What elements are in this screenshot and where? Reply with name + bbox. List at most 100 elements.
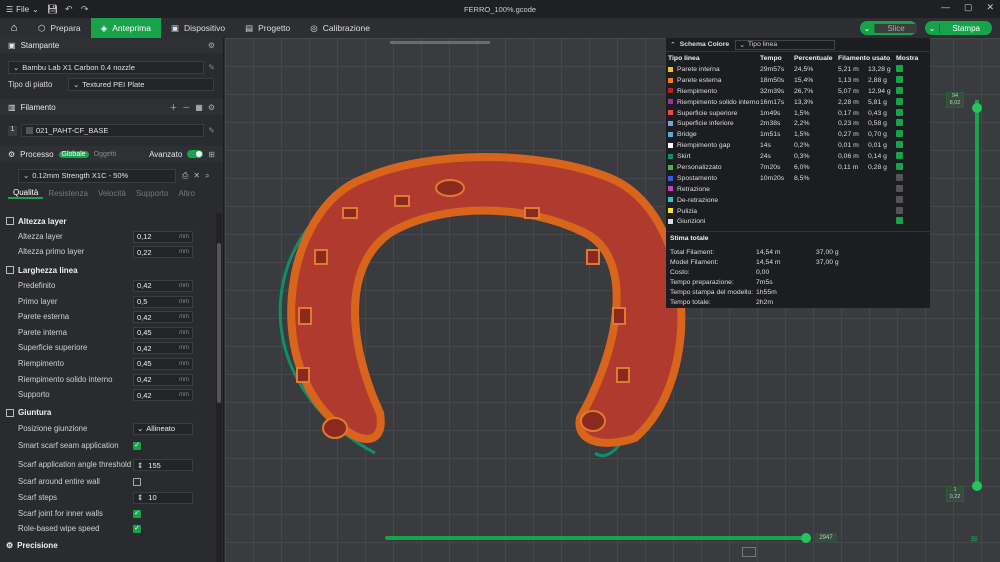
line-width-inner-wall-input[interactable]: 0,45 mm <box>133 326 193 339</box>
close-icon[interactable]: ✕ <box>193 171 200 180</box>
show-checkbox[interactable] <box>896 97 903 105</box>
advanced-label: Avanzato <box>149 149 183 159</box>
scrollbar-thumb[interactable] <box>217 243 221 403</box>
line-width-first-layer-input[interactable]: 0,5 mm <box>133 295 193 308</box>
seam-position-select[interactable]: ⌄ Allineato <box>133 422 193 435</box>
show-checkbox[interactable] <box>896 86 903 94</box>
chevron-down-icon[interactable]: ⌄ <box>925 23 941 33</box>
scarf-around-checkbox[interactable] <box>133 478 141 487</box>
show-checkbox[interactable] <box>896 173 903 181</box>
maximize-icon[interactable]: ▢ <box>964 2 973 13</box>
layer-height-input[interactable]: 0,12 mm <box>133 230 193 243</box>
home-icon[interactable]: ⌂ <box>0 22 28 34</box>
edit-icon[interactable]: ✎ <box>208 126 215 135</box>
search-icon[interactable]: ⌕ <box>205 171 209 181</box>
show-checkbox[interactable] <box>896 152 903 160</box>
show-checkbox[interactable] <box>896 195 903 203</box>
group-line-width: Larghezza linea <box>0 262 215 278</box>
edit-icon[interactable]: ✎ <box>208 63 215 72</box>
setting-value: 0,42 <box>137 312 152 322</box>
advanced-toggle[interactable] <box>187 150 204 158</box>
view-cube-icon[interactable] <box>742 547 756 557</box>
settings-icon[interactable]: ⚙ <box>208 41 215 50</box>
role-wipe-checkbox[interactable]: ✓ <box>133 525 141 534</box>
show-checkbox[interactable] <box>896 217 903 225</box>
filament-select[interactable]: 021_PAHT-CF_BASE <box>20 124 205 137</box>
tab-support[interactable]: Supporto <box>131 189 173 198</box>
tab-device[interactable]: ▣ Dispositivo <box>161 18 235 38</box>
line-width-icon <box>6 266 14 275</box>
show-cell <box>896 108 928 119</box>
window-title: FERRO_100%.gcode <box>463 4 537 14</box>
tab-quality[interactable]: Qualità <box>8 188 44 199</box>
line-width-support-input[interactable]: 0,42 mm <box>133 389 193 402</box>
file-menu[interactable]: ☰ File ⌄ <box>0 5 45 14</box>
layers-view-icon[interactable]: ≋ <box>970 534 978 545</box>
chevron-down-icon[interactable]: ⌄ <box>860 23 876 33</box>
setting-label: Predefinito <box>18 280 56 290</box>
show-checkbox[interactable] <box>896 75 903 83</box>
tab-project[interactable]: ▤ Progetto <box>235 18 300 38</box>
process-objects-toggle[interactable]: Oggetti <box>94 151 117 158</box>
show-checkbox[interactable] <box>896 130 903 138</box>
print-button[interactable]: ⌄ Stampa <box>924 21 992 35</box>
tab-speed[interactable]: Velocità <box>93 189 131 198</box>
stepper-icon[interactable]: ⇕ <box>137 461 143 470</box>
layer-slider[interactable] <box>975 100 979 490</box>
filament-color-swatch <box>25 127 33 134</box>
save-icon[interactable]: ⎙ <box>182 171 188 181</box>
slice-button[interactable]: ⌄ Slice <box>859 21 917 35</box>
tab-other[interactable]: Altro <box>173 189 199 198</box>
show-checkbox[interactable] <box>896 162 903 170</box>
tab-strength[interactable]: Resistenza <box>43 189 93 198</box>
printer-select[interactable]: ⌄ Bambu Lab X1 Carbon 0.4 nozzle <box>8 61 205 74</box>
line-type-name: De-retrazione <box>677 196 719 204</box>
layer-slider-bottom-handle[interactable] <box>972 481 982 491</box>
first-layer-height-input[interactable]: 0,22 mm <box>133 246 193 259</box>
show-checkbox[interactable] <box>896 119 903 127</box>
plate-type-select[interactable]: ⌄ Textured PEI Plate <box>68 78 214 91</box>
line-width-infill-input[interactable]: 0,45 mm <box>133 357 193 370</box>
collapse-icon[interactable]: ⌃ <box>670 41 676 49</box>
line-width-default-input[interactable]: 0,42 mm <box>133 279 193 292</box>
compare-icon[interactable]: ⊞ <box>208 150 215 159</box>
tab-prepare[interactable]: ⬡ Prepara <box>28 18 91 38</box>
legend-mode-select[interactable]: ⌄ Tipo linea <box>735 39 836 50</box>
layer-slider-top-handle[interactable] <box>972 103 982 113</box>
setting-label: Primo layer <box>18 296 58 306</box>
move-slider-handle[interactable] <box>801 533 811 543</box>
tab-calibration[interactable]: ◎ Calibrazione <box>300 18 380 38</box>
close-icon[interactable]: ✕ <box>986 2 994 13</box>
show-checkbox[interactable] <box>896 108 903 116</box>
undo-icon[interactable]: ↶ <box>61 4 77 15</box>
line-width-outer-wall-input[interactable]: 0,42 mm <box>133 311 193 324</box>
process-profile-select[interactable]: ⌄ 0.12mm Strength X1C - 50% <box>18 168 176 183</box>
process-section-title: Processo <box>20 149 54 159</box>
tab-preview[interactable]: ◈ Anteprima <box>90 18 161 38</box>
unit-label: mm <box>179 376 189 383</box>
move-slider[interactable] <box>385 536 807 540</box>
sidebar-scrollbar[interactable] <box>216 213 222 562</box>
show-cell <box>896 129 928 140</box>
show-checkbox[interactable] <box>896 64 903 72</box>
filament-sync-icon[interactable]: ▦ <box>195 103 203 112</box>
stepper-icon[interactable]: ⇕ <box>137 493 143 502</box>
remove-icon[interactable]: － <box>182 102 190 113</box>
show-checkbox[interactable] <box>896 141 903 149</box>
redo-icon[interactable]: ↷ <box>77 4 93 15</box>
settings-icon[interactable]: ⚙ <box>208 103 215 112</box>
line-width-top-surface-input[interactable]: 0,42 mm <box>133 342 193 355</box>
setting-label: Scarf joint for inner walls <box>18 508 103 518</box>
filament-cell: 0,06 m 0,14 g <box>838 151 896 162</box>
add-icon[interactable]: ＋ <box>169 102 177 113</box>
save-icon[interactable]: 💾︎ <box>45 4 61 15</box>
show-checkbox[interactable] <box>896 206 903 214</box>
scarf-steps-input[interactable]: ⇕ 10 <box>133 491 193 504</box>
smart-scarf-checkbox[interactable]: ✓ <box>133 442 141 451</box>
scarf-threshold-input[interactable]: ⇕ 155 <box>133 459 193 472</box>
line-width-internal-solid-input[interactable]: 0,42 mm <box>133 373 193 386</box>
minimize-icon[interactable]: — <box>941 2 950 13</box>
process-global-toggle[interactable]: Globale <box>58 150 89 158</box>
show-checkbox[interactable] <box>896 184 903 192</box>
scarf-inner-checkbox[interactable]: ✓ <box>133 509 141 518</box>
